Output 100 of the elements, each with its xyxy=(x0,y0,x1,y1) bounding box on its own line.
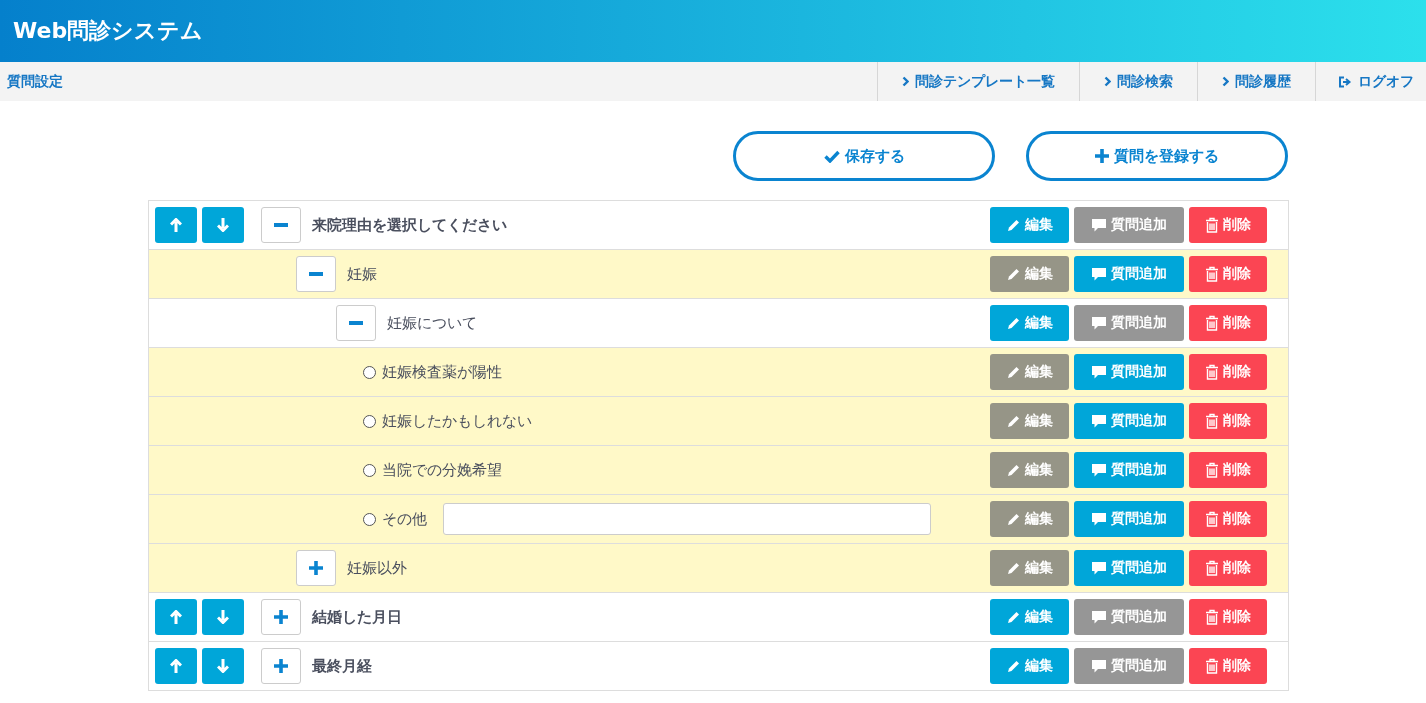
speech-bubble-icon xyxy=(1091,560,1107,576)
delete-button[interactable]: 削除 xyxy=(1189,599,1267,635)
minus-icon xyxy=(274,223,288,227)
trash-icon xyxy=(1205,413,1219,429)
item-label: 妊娠 xyxy=(347,264,377,284)
arrow-up-icon xyxy=(170,610,182,624)
edit-button[interactable]: 編集 xyxy=(990,648,1069,684)
chevron-right-icon xyxy=(1104,76,1111,87)
radio-button[interactable] xyxy=(363,463,376,477)
speech-bubble-icon xyxy=(1091,315,1107,331)
trash-icon xyxy=(1205,364,1219,380)
register-question-button[interactable]: 質問を登録する xyxy=(1026,131,1288,181)
trash-icon xyxy=(1205,217,1219,233)
minus-icon xyxy=(309,272,323,276)
collapse-button[interactable] xyxy=(296,256,336,292)
item-label: 当院での分娩希望 xyxy=(382,460,502,480)
chevron-right-icon xyxy=(902,76,909,87)
speech-bubble-icon xyxy=(1091,511,1107,527)
check-icon xyxy=(823,149,840,163)
speech-bubble-icon xyxy=(1091,609,1107,625)
trash-icon xyxy=(1205,462,1219,478)
collapse-button[interactable] xyxy=(336,305,376,341)
edit-button[interactable]: 編集 xyxy=(990,599,1069,635)
add-question-button[interactable]: 質問追加 xyxy=(1074,354,1184,390)
item-label: 妊娠検査薬が陽性 xyxy=(382,362,502,382)
speech-bubble-icon xyxy=(1091,413,1107,429)
chevron-right-icon xyxy=(1222,76,1229,87)
delete-button[interactable]: 削除 xyxy=(1189,648,1267,684)
nav-link[interactable]: 問診検索 xyxy=(1079,62,1197,101)
page-title: 質問設定 xyxy=(6,72,63,91)
delete-button[interactable]: 削除 xyxy=(1189,305,1267,341)
delete-button[interactable]: 削除 xyxy=(1189,550,1267,586)
trash-icon xyxy=(1205,315,1219,331)
speech-bubble-icon xyxy=(1091,658,1107,674)
arrow-down-icon xyxy=(217,610,229,624)
move-up-button[interactable] xyxy=(155,207,197,243)
move-up-button[interactable] xyxy=(155,599,197,635)
item-label: 妊娠について xyxy=(387,313,477,333)
collapse-button[interactable] xyxy=(261,207,301,243)
speech-bubble-icon xyxy=(1091,462,1107,478)
pencil-icon xyxy=(1006,609,1021,625)
speech-bubble-icon xyxy=(1091,217,1107,233)
plus-icon xyxy=(1095,149,1109,163)
edit-button[interactable]: 編集 xyxy=(990,207,1069,243)
pencil-icon xyxy=(1006,658,1021,674)
add-question-button[interactable]: 質問追加 xyxy=(1074,403,1184,439)
app-title: Web問診システム xyxy=(13,17,204,45)
pencil-icon xyxy=(1006,462,1021,478)
radio-button[interactable] xyxy=(363,365,376,379)
radio-button[interactable] xyxy=(363,512,376,526)
input-field[interactable] xyxy=(443,503,931,535)
delete-button[interactable]: 削除 xyxy=(1189,452,1267,488)
item-label: 最終月経 xyxy=(312,656,372,676)
pencil-icon xyxy=(1006,511,1021,527)
pencil-icon xyxy=(1006,364,1021,380)
radio-button[interactable] xyxy=(363,414,376,428)
arrow-down-icon xyxy=(217,659,229,673)
plus-icon xyxy=(274,610,288,624)
logout-icon xyxy=(1338,75,1352,88)
move-down-button[interactable] xyxy=(202,207,244,243)
speech-bubble-icon xyxy=(1091,266,1107,282)
pencil-icon xyxy=(1006,217,1021,233)
item-label: 来院理由を選択してください xyxy=(312,215,507,235)
delete-button[interactable]: 削除 xyxy=(1189,501,1267,537)
item-label: 妊娠したかもしれない xyxy=(382,411,532,431)
plus-icon xyxy=(274,659,288,673)
expand-button[interactable] xyxy=(261,648,301,684)
trash-icon xyxy=(1205,658,1219,674)
trash-icon xyxy=(1205,511,1219,527)
expand-button[interactable] xyxy=(261,599,301,635)
add-question-button[interactable]: 質問追加 xyxy=(1074,550,1184,586)
pencil-icon xyxy=(1006,413,1021,429)
item-label: 結婚した月日 xyxy=(312,607,402,627)
trash-icon xyxy=(1205,609,1219,625)
delete-button[interactable]: 削除 xyxy=(1189,207,1267,243)
move-up-button[interactable] xyxy=(155,648,197,684)
nav-link[interactable]: 問診履歴 xyxy=(1197,62,1315,101)
expand-button[interactable] xyxy=(296,550,336,586)
arrow-up-icon xyxy=(170,218,182,232)
trash-icon xyxy=(1205,266,1219,282)
item-label: その他 xyxy=(382,509,427,529)
nav-link[interactable]: 問診テンプレート一覧 xyxy=(877,62,1079,101)
save-button[interactable]: 保存する xyxy=(733,131,995,181)
trash-icon xyxy=(1205,560,1219,576)
minus-icon xyxy=(349,321,363,325)
logout-link[interactable]: ログオフ xyxy=(1315,62,1426,101)
add-question-button[interactable]: 質問追加 xyxy=(1074,501,1184,537)
arrow-down-icon xyxy=(217,218,229,232)
plus-icon xyxy=(309,561,323,575)
delete-button[interactable]: 削除 xyxy=(1189,354,1267,390)
edit-button[interactable]: 編集 xyxy=(990,305,1069,341)
add-question-button[interactable]: 質問追加 xyxy=(1074,452,1184,488)
delete-button[interactable]: 削除 xyxy=(1189,256,1267,292)
add-question-button[interactable]: 質問追加 xyxy=(1074,256,1184,292)
arrow-up-icon xyxy=(170,659,182,673)
pencil-icon xyxy=(1006,560,1021,576)
move-down-button[interactable] xyxy=(202,599,244,635)
pencil-icon xyxy=(1006,315,1021,331)
move-down-button[interactable] xyxy=(202,648,244,684)
delete-button[interactable]: 削除 xyxy=(1189,403,1267,439)
